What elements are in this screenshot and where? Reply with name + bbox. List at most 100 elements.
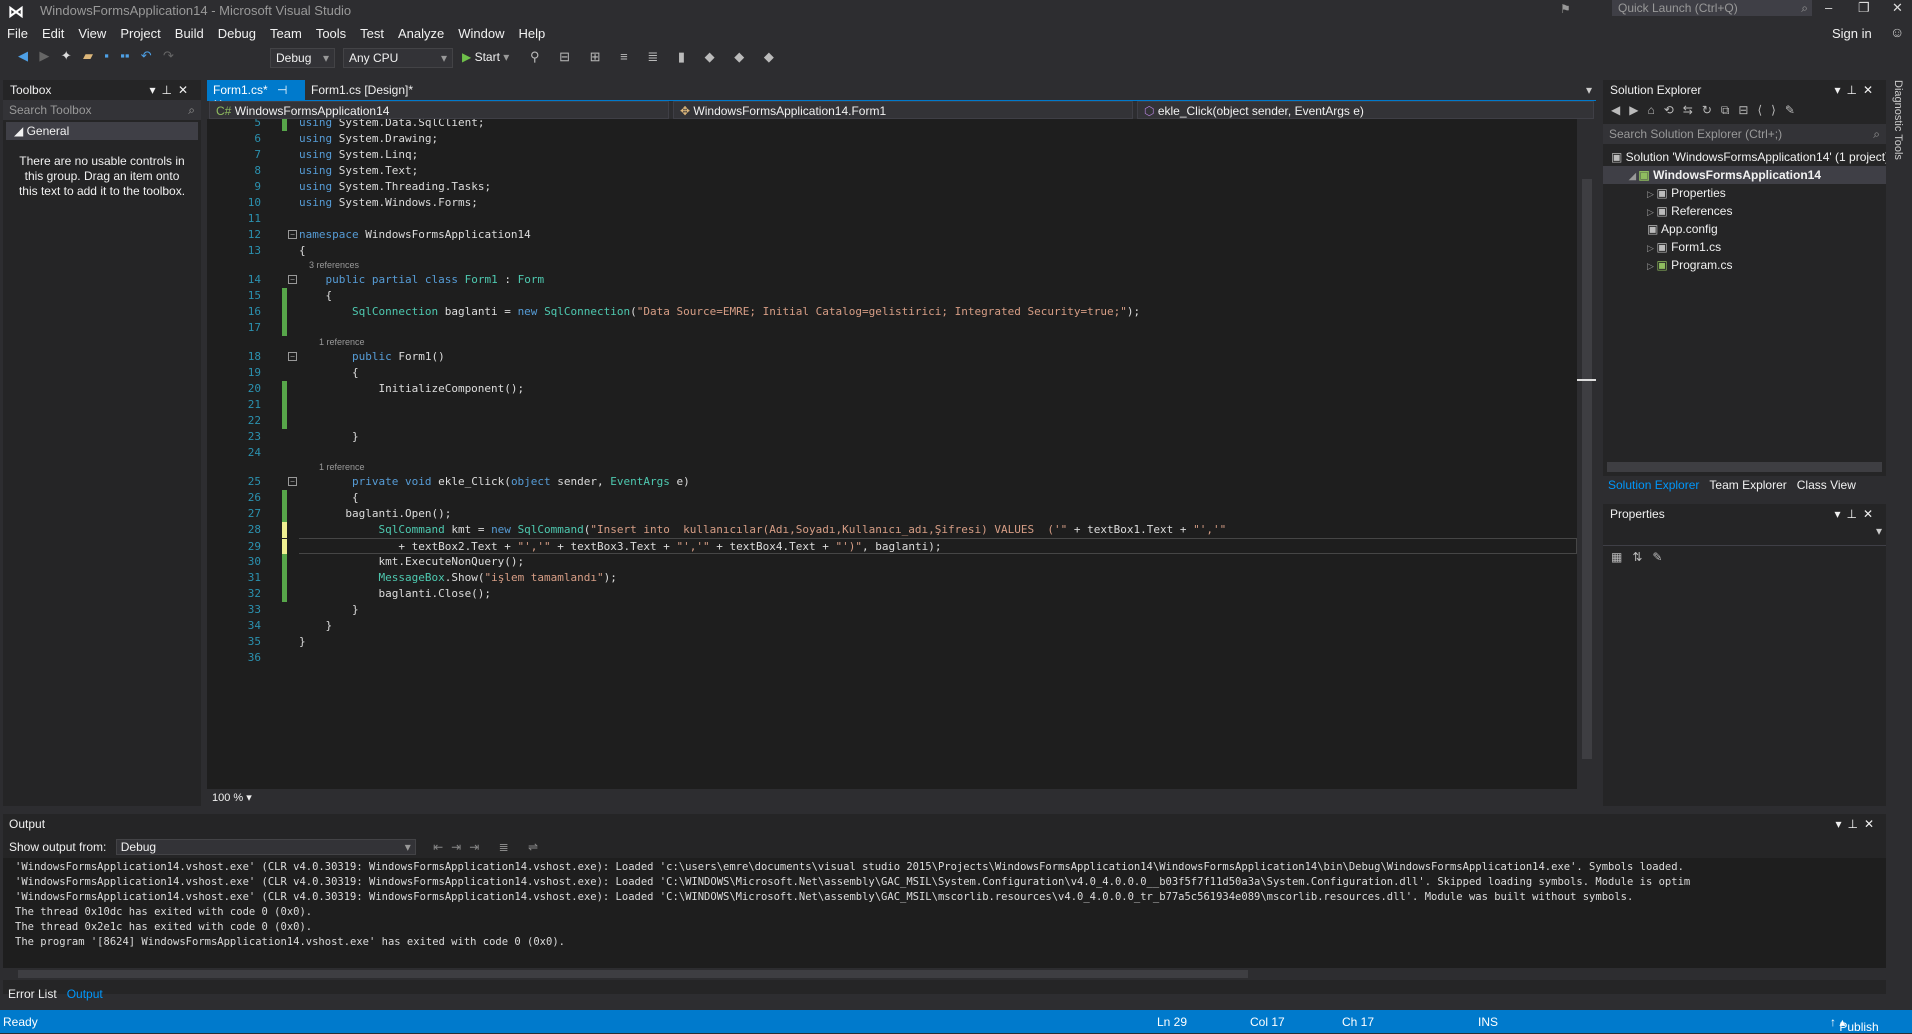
- panel-controls[interactable]: ▾⊥✕: [1834, 83, 1879, 97]
- code-line[interactable]: 14 − public partial class Form1 : Form: [207, 272, 1577, 288]
- collapse-icon[interactable]: −: [288, 477, 297, 486]
- code-line[interactable]: 13 {: [207, 243, 1577, 259]
- tab-team-explorer[interactable]: Team Explorer: [1704, 476, 1791, 494]
- code-line[interactable]: 19 {: [207, 365, 1577, 381]
- expand-arrow-icon[interactable]: ▷: [1647, 243, 1656, 253]
- code-line[interactable]: 30 kmt.ExecuteNonQuery();: [207, 554, 1577, 570]
- code-line[interactable]: 9 using System.Threading.Tasks;: [207, 179, 1577, 195]
- solution-config-dropdown[interactable]: Debug ▾: [270, 48, 335, 68]
- tab-class-view[interactable]: Class View: [1792, 476, 1861, 494]
- expand-arrow-icon[interactable]: ▷: [1647, 189, 1656, 199]
- tab-solution-explorer[interactable]: Solution Explorer: [1603, 476, 1704, 494]
- code-line[interactable]: 5 using System.Data.SqlClient;: [207, 119, 1577, 131]
- menu-tools[interactable]: Tools: [309, 24, 353, 43]
- code-line[interactable]: 33 }: [207, 602, 1577, 618]
- tab-error-list[interactable]: Error List: [3, 984, 62, 1004]
- code-line[interactable]: 8 using System.Text;: [207, 163, 1577, 179]
- quick-launch-input[interactable]: Quick Launch (Ctrl+Q) ⌕: [1612, 0, 1812, 16]
- minimize-button[interactable]: –: [1825, 0, 1832, 15]
- menu-file[interactable]: File: [0, 24, 35, 43]
- undo-icon[interactable]: ↶: [141, 48, 152, 64]
- output-horizontal-scrollbar[interactable]: [3, 968, 1886, 980]
- solution-tree-item[interactable]: ▷ ▣ Properties: [1603, 184, 1886, 202]
- diagnostic-tools-strip[interactable]: Diagnostic Tools: [1890, 80, 1912, 806]
- menu-team[interactable]: Team: [263, 24, 309, 43]
- tab-output[interactable]: Output: [62, 984, 108, 1004]
- zoom-level-dropdown[interactable]: 100 %: [212, 792, 243, 804]
- redo-icon[interactable]: ↷: [163, 48, 174, 64]
- menu-edit[interactable]: Edit: [35, 24, 71, 43]
- code-line[interactable]: 34 }: [207, 618, 1577, 634]
- menu-window[interactable]: Window: [451, 24, 511, 43]
- solution-search-input[interactable]: Search Solution Explorer (Ctrl+;) ⌕: [1603, 124, 1886, 144]
- expanded-arrow-icon[interactable]: ◢: [1629, 171, 1638, 181]
- code-line[interactable]: 22: [207, 413, 1577, 429]
- code-line[interactable]: 24: [207, 445, 1577, 461]
- project-dropdown[interactable]: C# WindowsFormsApplication14: [209, 101, 669, 119]
- code-line[interactable]: 17: [207, 320, 1577, 336]
- collapse-icon[interactable]: −: [288, 275, 297, 284]
- pin-icon[interactable]: ⊣: [277, 83, 287, 97]
- back-icon[interactable]: ◀: [18, 48, 28, 64]
- output-source-dropdown[interactable]: Debug ▾: [115, 839, 416, 855]
- code-line[interactable]: 36: [207, 650, 1577, 666]
- tab-form1-design[interactable]: Form1.cs [Design]*: [305, 80, 419, 100]
- forward-icon[interactable]: ▶: [39, 48, 49, 64]
- code-line[interactable]: 35}: [207, 634, 1577, 650]
- code-line[interactable]: 27 baglanti.Open();: [207, 506, 1577, 522]
- diagnostic-tools-tab[interactable]: Diagnostic Tools: [1892, 80, 1904, 160]
- code-line[interactable]: 12 − namespace WindowsFormsApplication14: [207, 227, 1577, 243]
- solution-explorer-toolbar[interactable]: ◀▶⌂⟲⇆↻⧉⊟⟨⟩✎: [1603, 100, 1886, 124]
- editor-vertical-scrollbar[interactable]: [1577, 119, 1596, 789]
- code-line[interactable]: 6 using System.Drawing;: [207, 131, 1577, 147]
- code-line[interactable]: 32 baglanti.Close();: [207, 586, 1577, 602]
- type-dropdown[interactable]: ✥ WindowsFormsApplication14.Form1: [673, 101, 1133, 119]
- member-dropdown[interactable]: ⬡ ekle_Click(object sender, EventArgs e): [1137, 101, 1594, 119]
- panel-controls[interactable]: ▾⊥✕: [1834, 507, 1879, 521]
- code-line[interactable]: 31 MessageBox.Show("işlem tamamlandı");: [207, 570, 1577, 586]
- menu-debug[interactable]: Debug: [211, 24, 263, 43]
- start-button[interactable]: ▶ Start ▾: [462, 50, 509, 64]
- code-line[interactable]: 26 {: [207, 490, 1577, 506]
- sign-in-link[interactable]: Sign in: [1832, 26, 1872, 41]
- code-line[interactable]: 25 − private void ekle_Click(object sende…: [207, 474, 1577, 490]
- output-toolbar-icons[interactable]: ⇤⇥⇥ ≣ ⇌: [433, 840, 546, 854]
- menu-view[interactable]: View: [71, 24, 113, 43]
- save-all-icon[interactable]: ▪▪: [120, 48, 129, 63]
- notification-flag-icon[interactable]: ⚑: [1560, 2, 1571, 16]
- code-line[interactable]: 23 }: [207, 429, 1577, 445]
- platform-dropdown[interactable]: Any CPU ▾: [343, 48, 453, 68]
- new-project-icon[interactable]: ✦: [61, 48, 72, 64]
- expand-arrow-icon[interactable]: ▷: [1647, 261, 1656, 271]
- solution-tree-item[interactable]: ▣ Solution 'WindowsFormsApplication14' (…: [1603, 148, 1886, 166]
- save-icon[interactable]: ▪: [104, 48, 109, 63]
- code-line[interactable]: 15 {: [207, 288, 1577, 304]
- menu-test[interactable]: Test: [353, 24, 391, 43]
- expand-arrow-icon[interactable]: ▷: [1647, 207, 1656, 217]
- codelens-references[interactable]: 1 reference: [207, 336, 1577, 349]
- panel-controls[interactable]: ▾⊥✕: [1835, 817, 1880, 831]
- menu-project[interactable]: Project: [113, 24, 167, 43]
- open-file-icon[interactable]: ▰: [83, 48, 93, 64]
- collapse-icon[interactable]: −: [288, 230, 297, 239]
- solution-tree-item[interactable]: ▷ ▣ References: [1603, 202, 1886, 220]
- code-line[interactable]: 10 using System.Windows.Forms;: [207, 195, 1577, 211]
- solution-tree-item[interactable]: ▷ ▣ Form1.cs: [1603, 238, 1886, 256]
- menu-analyze[interactable]: Analyze: [391, 24, 451, 43]
- tab-overflow-icon[interactable]: ▾: [1586, 83, 1592, 97]
- code-editor[interactable]: 5 using System.Data.SqlClient; 6 using Syst…: [207, 119, 1577, 789]
- codelens-references[interactable]: 1 reference: [207, 461, 1577, 474]
- toolbox-group-general[interactable]: ◢ General: [6, 122, 198, 140]
- toolbox-search-input[interactable]: Search Toolbox ⌕: [3, 100, 201, 120]
- code-line[interactable]: 18 − public Form1(): [207, 349, 1577, 365]
- menu-build[interactable]: Build: [168, 24, 211, 43]
- properties-object-dropdown[interactable]: ▾: [1603, 524, 1886, 546]
- solution-tree-item[interactable]: ◢ ▣ WindowsFormsApplication14: [1603, 166, 1886, 184]
- toolbar-extra-icons[interactable]: ⚲ ⊟ ⊞ ≡ ≣ ▮ ◆ ◆ ◆: [530, 49, 782, 65]
- publish-button[interactable]: ↑ Publish ▴: [1830, 1015, 1879, 1034]
- code-line[interactable]: 20 InitializeComponent();: [207, 381, 1577, 397]
- scroll-thumb[interactable]: [1582, 179, 1592, 759]
- code-line[interactable]: 7 using System.Linq;: [207, 147, 1577, 163]
- code-line[interactable]: 16 SqlConnection baglanti = new SqlConne…: [207, 304, 1577, 320]
- maximize-button[interactable]: ❐: [1858, 0, 1870, 16]
